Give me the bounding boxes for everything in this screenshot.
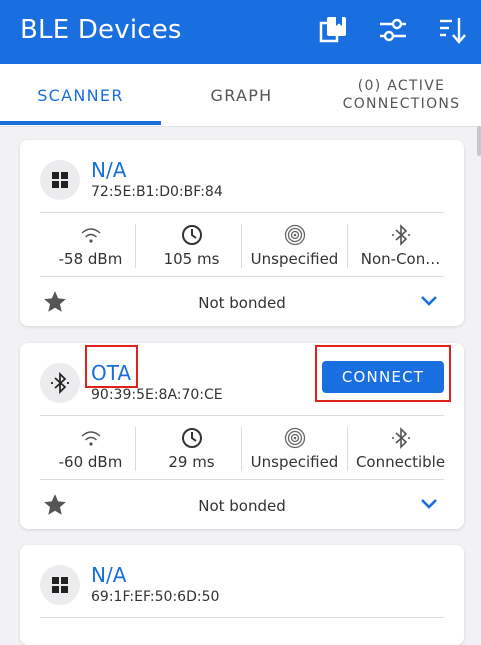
chevron-down-icon[interactable] — [419, 291, 439, 311]
connect-highlight-box — [315, 345, 451, 402]
clock-icon — [141, 224, 242, 246]
sort-icon[interactable] — [436, 14, 468, 46]
tx-power-stat: Unspecified — [244, 224, 345, 272]
device-card[interactable]: N/A 69:1F:EF:50:6D:50 — [20, 545, 464, 645]
app-bar: BLE Devices — [0, 0, 481, 64]
device-name: N/A — [91, 158, 127, 182]
tx-power-stat: Unspecified — [244, 427, 345, 475]
rssi-stat: -58 dBm — [40, 224, 141, 272]
windows-icon — [40, 160, 80, 200]
divider — [241, 427, 242, 471]
bluetooth-icon — [350, 224, 451, 246]
tx-power-value: Unspecified — [250, 453, 339, 471]
name-highlight-box — [85, 345, 138, 388]
connectable-value: Connectible — [355, 453, 446, 471]
connectable-stat: Connectible — [350, 427, 451, 475]
divider — [40, 479, 444, 480]
bond-status: Not bonded — [198, 497, 286, 515]
device-card[interactable]: N/A 72:5E:B1:D0:BF:84 -58 dBm 105 ms Uns… — [20, 140, 464, 326]
tab-active-connections[interactable]: (0) ACTIVE CONNECTIONS — [322, 64, 481, 126]
rssi-value: -58 dBm — [58, 250, 123, 268]
divider — [347, 224, 348, 268]
divider — [40, 415, 444, 416]
bookmark-list-icon[interactable] — [318, 14, 350, 46]
interval-stat: 105 ms — [141, 224, 242, 272]
divider — [347, 427, 348, 471]
scrollbar[interactable] — [477, 126, 481, 156]
tab-graph[interactable]: GRAPH — [161, 64, 322, 126]
device-name: N/A — [91, 563, 127, 587]
tab-indicator — [0, 121, 161, 125]
filter-sliders-icon[interactable] — [377, 14, 409, 46]
tab-scanner[interactable]: SCANNER — [0, 64, 161, 126]
wifi-signal-icon — [40, 224, 141, 246]
chevron-down-icon[interactable] — [419, 494, 439, 514]
divider — [135, 224, 136, 268]
bluetooth-icon — [40, 363, 80, 403]
divider — [40, 276, 444, 277]
signal-target-icon — [244, 427, 345, 449]
windows-icon — [40, 565, 80, 605]
tx-power-value: Unspecified — [250, 250, 339, 268]
app-title: BLE Devices — [20, 15, 182, 45]
device-address: 90:39:5E:8A:70:CE — [91, 387, 223, 403]
interval-stat: 29 ms — [141, 427, 242, 475]
tab-bar: SCANNER GRAPH (0) ACTIVE CONNECTIONS — [0, 64, 481, 127]
signal-target-icon — [244, 224, 345, 246]
divider — [40, 212, 444, 213]
connectable-value: Non-Con… — [360, 250, 441, 268]
divider — [241, 224, 242, 268]
connectable-stat: Non-Con… — [350, 224, 451, 272]
rssi-stat: -60 dBm — [40, 427, 141, 475]
device-address: 72:5E:B1:D0:BF:84 — [91, 184, 223, 200]
interval-value: 105 ms — [163, 250, 220, 268]
clock-icon — [141, 427, 242, 449]
divider — [40, 617, 444, 618]
bond-status: Not bonded — [198, 294, 286, 312]
bluetooth-icon — [350, 427, 451, 449]
wifi-signal-icon — [40, 427, 141, 449]
interval-value: 29 ms — [168, 453, 215, 471]
device-address: 69:1F:EF:50:6D:50 — [91, 589, 220, 605]
rssi-value: -60 dBm — [58, 453, 123, 471]
divider — [135, 427, 136, 471]
